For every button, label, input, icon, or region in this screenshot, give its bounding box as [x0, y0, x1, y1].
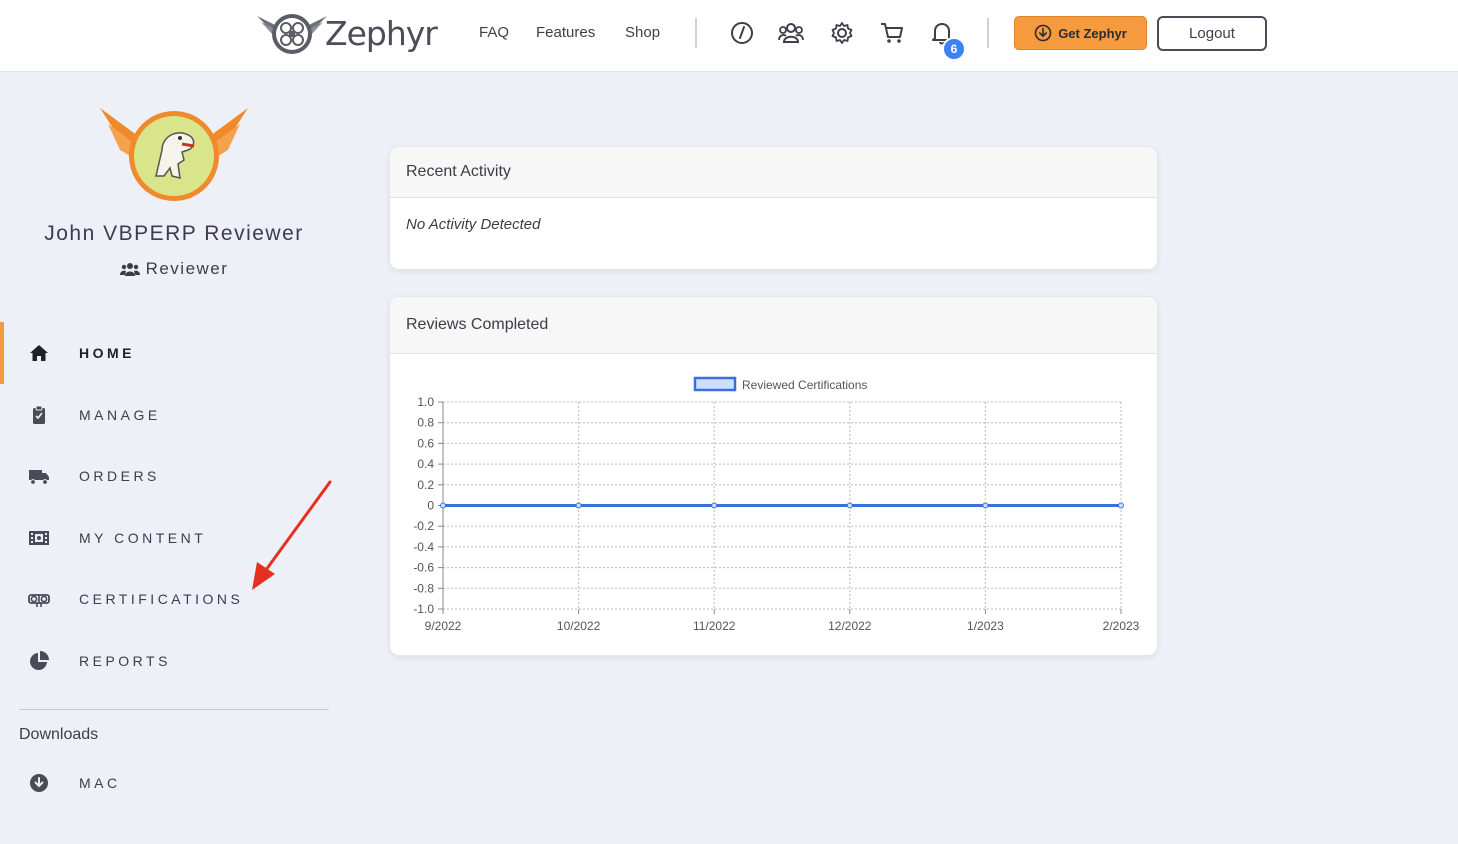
cart-icon[interactable]	[879, 20, 905, 46]
sidebar-item-label: CERTIFICATIONS	[79, 591, 244, 607]
sidebar-divider	[19, 709, 329, 710]
data-point	[846, 502, 853, 509]
nav-faq-link[interactable]: FAQ	[479, 24, 509, 41]
recent-activity-title: Recent Activity	[390, 147, 1157, 198]
home-icon	[28, 342, 50, 364]
y-tick-label: 0.8	[417, 416, 434, 430]
x-tick-label: 1/2023	[967, 619, 1004, 633]
brand-name: Zephyr	[325, 13, 438, 53]
data-point	[1118, 502, 1124, 509]
y-tick-label: 0	[427, 499, 434, 513]
legend-label: Reviewed Certifications	[742, 378, 867, 392]
y-tick-label: -0.8	[413, 581, 434, 595]
get-zephyr-button[interactable]: Get Zephyr	[1014, 16, 1147, 50]
user-avatar	[100, 108, 248, 201]
recent-activity-empty-text: No Activity Detected	[406, 216, 541, 233]
notification-count-badge[interactable]: 6	[942, 37, 966, 61]
y-tick-label: 1.0	[417, 395, 434, 409]
reviews-completed-card: Reviews Completed 1.0 0.8 0.6 0.4 0.2 0 -0.2 -0…	[389, 296, 1158, 656]
data-point	[440, 502, 446, 509]
sidebar-item-label: REPORTS	[79, 653, 171, 669]
top-navbar: Zephyr FAQ Features Shop 6 Get Zephyr Lo…	[0, 0, 1458, 72]
sidebar-item-reports[interactable]: REPORTS	[0, 630, 330, 692]
recent-activity-card: Recent Activity No Activity Detected	[389, 146, 1158, 270]
data-point	[982, 502, 989, 509]
clipboard-icon	[28, 404, 50, 426]
sidebar-item-mac[interactable]: MAC	[0, 752, 330, 814]
sidebar-item-label: MY CONTENT	[79, 530, 207, 546]
y-tick-label: 0.4	[417, 457, 434, 471]
nav-divider	[695, 18, 697, 48]
annotation-arrow	[252, 480, 332, 590]
get-zephyr-label: Get Zephyr	[1058, 25, 1127, 41]
truck-icon	[28, 465, 50, 487]
x-tick-label: 11/2022	[693, 619, 736, 633]
nav-divider	[987, 18, 989, 48]
user-role-label: Reviewer	[145, 259, 229, 278]
speedometer-icon[interactable]	[729, 20, 755, 46]
y-tick-label: -0.4	[413, 540, 434, 554]
logout-button[interactable]: Logout	[1157, 16, 1267, 51]
users-icon[interactable]	[778, 20, 804, 46]
certificate-icon	[28, 588, 50, 610]
x-tick-label: 2/2023	[1103, 619, 1140, 633]
reviews-completed-title: Reviews Completed	[390, 297, 1157, 354]
sidebar-item-home[interactable]: HOME	[0, 322, 330, 384]
sidebar-item-manage[interactable]: MANAGE	[0, 384, 330, 446]
data-point	[575, 502, 582, 509]
x-tick-label: 9/2022	[425, 619, 462, 633]
user-role: Reviewer	[0, 259, 348, 279]
legend-swatch	[693, 376, 737, 392]
sidebar-item-label: ORDERS	[79, 468, 160, 484]
x-tick-label: 12/2022	[828, 619, 872, 633]
users-icon	[119, 263, 140, 276]
y-tick-label: -0.6	[413, 561, 434, 575]
nav-shop-link[interactable]: Shop	[625, 24, 660, 41]
x-tick-label: 10/2022	[557, 619, 601, 633]
downloads-heading: Downloads	[19, 726, 99, 743]
user-name: John VBPERP Reviewer	[44, 222, 304, 245]
data-point	[711, 502, 718, 509]
brand-logo-link[interactable]: Zephyr	[255, 8, 438, 58]
y-tick-label: 0.6	[417, 436, 434, 450]
drone-logo-icon	[257, 14, 327, 54]
y-tick-label: 0.2	[417, 478, 434, 492]
download-circle-icon	[1034, 24, 1052, 42]
gear-icon[interactable]	[829, 20, 855, 46]
pie-chart-icon	[28, 650, 50, 672]
sidebar-item-label: MAC	[79, 775, 121, 791]
sidebar-item-label: HOME	[79, 345, 135, 361]
y-tick-label: -1.0	[413, 602, 434, 616]
nav-features-link[interactable]: Features	[536, 24, 595, 41]
film-icon	[28, 527, 50, 549]
download-circle-icon	[28, 772, 50, 794]
sidebar-item-label: MANAGE	[79, 407, 161, 423]
reviews-line-chart: 1.0 0.8 0.6 0.4 0.2 0 -0.2 -0.4 -0.6 -0.8 -1.0 9/20…	[413, 376, 1140, 633]
y-tick-label: -0.2	[413, 519, 434, 533]
